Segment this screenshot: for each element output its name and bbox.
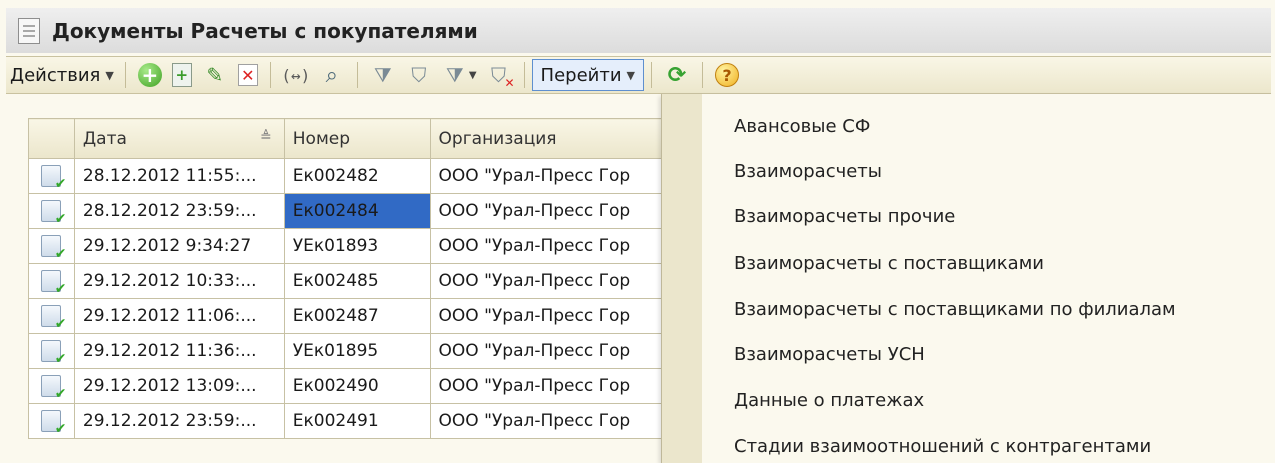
table-row[interactable]: 29.12.2012 9:34:27 УЕк01893 ООО "Урал-Пр…: [28, 228, 769, 264]
window-title: Документы Расчеты с покупателями: [52, 18, 478, 43]
posted-document-icon: [41, 270, 66, 297]
posted-document-icon: [41, 375, 66, 402]
posted-document-icon: [41, 410, 66, 437]
row-icon-cell: [28, 403, 75, 439]
toolbar: Действия ▼ + + ✎ ✕ (↔) ⌕ ⧩ ⛉ ⧩ ▼ ⛉ Перей…: [6, 56, 1271, 94]
delete-icon[interactable]: ✕: [237, 64, 258, 86]
documents-table: Дата ≜ Номер Организация 28.12.2012 11:5…: [28, 118, 769, 439]
date-cell[interactable]: 28.12.2012 11:55:...: [73, 158, 285, 194]
table-row[interactable]: 28.12.2012 23:59:... Ек002484 ООО "Урал-…: [28, 193, 769, 229]
posted-document-icon: [41, 235, 66, 262]
toolbar-separator: [702, 62, 703, 88]
goto-menu-label: Перейти: [540, 64, 622, 86]
row-icon-cell: [28, 193, 75, 229]
menu-item-settlements[interactable]: Взаиморасчеты: [734, 157, 882, 187]
filter-history-icon[interactable]: ⧩: [442, 62, 468, 88]
title-bar: Документы Расчеты с покупателями: [6, 8, 1271, 53]
menu-item-settlements-usn[interactable]: Взаиморасчеты УСН: [734, 340, 925, 370]
number-cell[interactable]: Ек002491: [283, 403, 431, 439]
filter-settings-icon[interactable]: ⧩: [370, 62, 396, 88]
row-icon-cell: [28, 263, 75, 299]
toolbar-separator: [523, 62, 525, 88]
copy-icon[interactable]: +: [171, 63, 192, 87]
menu-icon-gutter: [662, 94, 702, 463]
menu-item-relationship-stages[interactable]: Стадии взаимоотношений с контрагентами: [734, 432, 1151, 462]
menu-item-settlements-suppliers[interactable]: Взаиморасчеты с поставщиками: [734, 249, 1044, 279]
refresh-icon[interactable]: ⟳: [664, 62, 690, 88]
help-icon[interactable]: ?: [715, 63, 739, 87]
number-cell[interactable]: УЕк01893: [283, 228, 431, 264]
filter-icon[interactable]: ⛉: [406, 62, 432, 88]
date-cell[interactable]: 29.12.2012 11:06:...: [73, 298, 285, 334]
posted-document-icon: [41, 340, 66, 367]
table-header: Дата ≜ Номер Организация: [28, 118, 769, 159]
table-row[interactable]: 29.12.2012 13:09:... Ек002490 ООО "Урал-…: [28, 368, 769, 404]
add-icon[interactable]: +: [137, 63, 162, 87]
range-icon[interactable]: (↔): [281, 62, 310, 88]
document-list-icon: [18, 17, 40, 44]
date-cell[interactable]: 29.12.2012 10:33:...: [73, 263, 285, 299]
toolbar-separator: [651, 62, 652, 88]
date-cell[interactable]: 29.12.2012 13:09:...: [73, 368, 285, 404]
toolbar-separator: [356, 62, 358, 88]
filter-off-icon[interactable]: ⛉: [486, 62, 515, 90]
posted-document-icon: [41, 200, 66, 227]
table-row[interactable]: 28.12.2012 11:55:... Ек002482 ООО "Урал-…: [28, 158, 769, 194]
toolbar-separator: [124, 62, 126, 88]
toolbar-separator: [269, 62, 271, 88]
menu-item-advance-invoices[interactable]: Авансовые СФ: [734, 112, 870, 142]
row-icon-cell: [28, 333, 75, 369]
number-cell[interactable]: Ек002482: [283, 158, 431, 194]
row-icon-cell: [28, 368, 75, 404]
edit-icon[interactable]: ✎: [202, 62, 228, 88]
table-row[interactable]: 29.12.2012 23:59:... Ек002491 ООО "Урал-…: [28, 403, 769, 439]
date-cell[interactable]: 28.12.2012 23:59:...: [73, 193, 285, 229]
documents-window: Документы Расчеты с покупателями Действи…: [0, 0, 1275, 463]
posted-document-icon: [41, 165, 66, 192]
date-cell[interactable]: 29.12.2012 9:34:27: [73, 228, 285, 264]
date-cell[interactable]: 29.12.2012 23:59:...: [73, 403, 285, 439]
menu-item-payment-data[interactable]: Данные о платежах: [734, 386, 924, 416]
menu-item-settlements-suppliers-branches[interactable]: Взаиморасчеты с поставщиками по филиалам: [734, 295, 1176, 325]
table-row[interactable]: 29.12.2012 11:36:... УЕк01895 ООО "Урал-…: [28, 333, 769, 369]
actions-menu-button[interactable]: Действия ▼: [6, 58, 118, 92]
row-icon-cell: [28, 298, 75, 334]
column-header-date[interactable]: Дата ≜: [73, 118, 285, 159]
number-cell[interactable]: Ек002487: [283, 298, 431, 334]
number-cell[interactable]: УЕк01895: [283, 333, 431, 369]
search-icon[interactable]: ⌕: [319, 62, 345, 88]
table-row[interactable]: 29.12.2012 11:06:... Ек002487 ООО "Урал-…: [28, 298, 769, 334]
column-header-date-label: Дата: [82, 128, 127, 149]
table-row[interactable]: 29.12.2012 10:33:... Ек002485 ООО "Урал-…: [28, 263, 769, 299]
sort-ascending-icon: ≜: [260, 128, 272, 145]
date-cell[interactable]: 29.12.2012 11:36:...: [73, 333, 285, 369]
chevron-down-icon[interactable]: ▼: [469, 70, 477, 81]
posted-document-icon: [41, 305, 66, 332]
number-cell-selected[interactable]: Ек002484: [283, 193, 431, 229]
actions-menu-label: Действия: [10, 64, 101, 86]
column-header-icon[interactable]: [28, 118, 75, 159]
menu-item-settlements-other[interactable]: Взаиморасчеты прочие: [734, 202, 955, 232]
goto-menu-button[interactable]: Перейти ▼: [531, 59, 644, 91]
row-icon-cell: [28, 228, 75, 264]
number-cell[interactable]: Ек002490: [283, 368, 431, 404]
chevron-down-icon: ▼: [105, 68, 114, 82]
row-icon-cell: [28, 158, 75, 194]
goto-dropdown-menu: Авансовые СФ Взаиморасчеты Взаиморасчеты…: [661, 94, 1275, 463]
number-cell[interactable]: Ек002485: [283, 263, 431, 299]
chevron-down-icon: ▼: [626, 68, 635, 82]
column-header-number[interactable]: Номер: [283, 118, 431, 159]
